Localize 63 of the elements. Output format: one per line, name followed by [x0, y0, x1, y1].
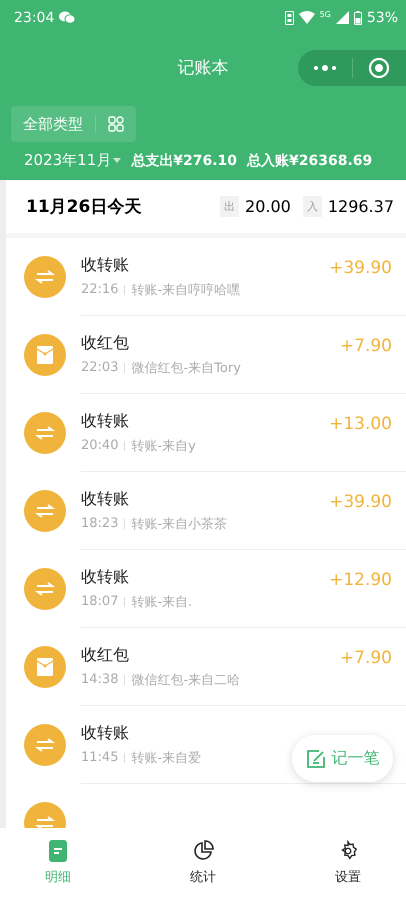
envelope-icon — [36, 345, 54, 365]
nav-tab[interactable]: 设置 — [312, 838, 384, 886]
record-note: 转账-来自爱 — [131, 750, 202, 766]
target-circle-icon — [368, 57, 390, 79]
grid-icon — [108, 116, 124, 132]
record-title: 收转账 — [81, 566, 130, 588]
record-title: 收转账 — [81, 410, 130, 432]
page-title: 记账本 — [178, 57, 228, 79]
record-time: 14:38 — [81, 672, 118, 687]
more-dots-icon — [312, 65, 337, 71]
transfer-arrows-icon — [35, 426, 55, 440]
day-expense: 20.00 — [245, 197, 291, 216]
pie-chart-icon — [192, 840, 214, 862]
envelope-icon — [36, 657, 54, 677]
type-filter-button[interactable]: 全部类型 — [11, 106, 136, 142]
battery-icon — [354, 10, 362, 24]
record-note: 微信红包-来自二哈 — [131, 672, 240, 688]
chat-bubbles-icon — [59, 11, 76, 24]
record-time: 20:40 — [81, 438, 118, 453]
add-record-button[interactable]: 记一笔 — [292, 735, 393, 782]
transfer-arrows-icon — [35, 270, 55, 284]
transfer-arrows-icon — [35, 582, 55, 596]
day-date: 11月26日今天 — [26, 196, 142, 218]
record-time: 18:23 — [81, 516, 118, 531]
total-expense: 总支出¥276.10 — [131, 152, 238, 170]
record-title: 收转账 — [81, 254, 130, 276]
nav-tab[interactable]: 明细 — [22, 838, 94, 886]
record-time: 18:07 — [81, 594, 118, 609]
wifi-icon — [298, 11, 315, 24]
record-time: 22:03 — [81, 360, 118, 375]
record-title: 收红包 — [81, 332, 130, 354]
status-time: 23:04 — [14, 10, 54, 26]
document-icon — [49, 840, 67, 862]
record-amount: +39.90 — [329, 492, 392, 512]
day-income: 1296.37 — [328, 197, 394, 216]
record-amount: +39.90 — [329, 258, 392, 278]
transfer-arrows-icon — [35, 504, 55, 518]
record-note: 转账-来自. — [131, 594, 192, 610]
record-amount: +7.90 — [340, 648, 392, 668]
edit-icon — [306, 748, 326, 768]
record-note: 转账-来自y — [131, 438, 196, 454]
total-income: 总入账¥26368.69 — [247, 152, 372, 170]
record-time: 11:45 — [81, 750, 118, 765]
record-title: 收转账 — [81, 722, 130, 744]
record-title: 收红包 — [81, 644, 130, 666]
transfer-arrows-icon — [35, 738, 55, 752]
battery-percent: 53% — [366, 10, 398, 26]
record-amount: +7.90 — [340, 336, 392, 356]
nav-tab[interactable]: 统计 — [167, 838, 239, 886]
record-amount: +13.00 — [329, 414, 392, 434]
sim-card-icon — [284, 10, 294, 24]
record-note: 转账-来自小茶茶 — [131, 516, 228, 532]
record-note: 微信红包-来自Tory — [131, 360, 241, 376]
signal-icon — [336, 11, 349, 24]
dropdown-caret-icon — [113, 158, 122, 163]
record-note: 转账-来自哼哼哈嘿 — [131, 282, 240, 298]
month-picker[interactable]: 2023年11月 — [24, 151, 122, 170]
record-amount: +12.90 — [329, 570, 392, 590]
income-tag: 入 — [302, 196, 322, 217]
network-type: 5G — [320, 10, 331, 19]
record-title: 收转账 — [81, 488, 130, 510]
expense-tag: 出 — [220, 196, 240, 217]
record-time: 22:16 — [81, 282, 118, 297]
